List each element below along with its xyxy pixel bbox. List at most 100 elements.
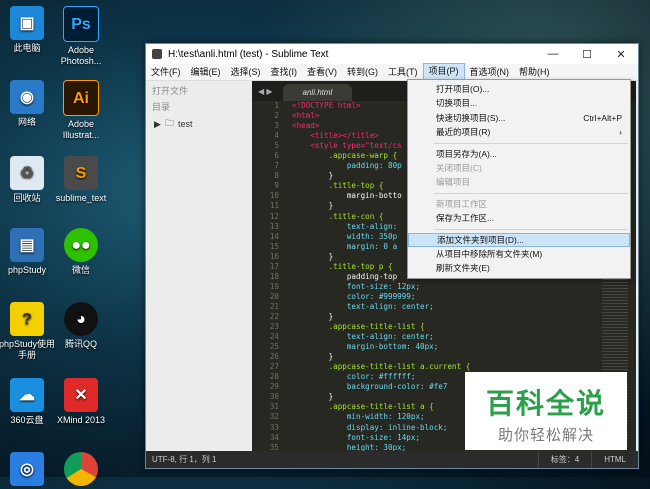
status-tab-size[interactable]: 标签：4 <box>537 451 591 468</box>
line-number: 12 <box>269 211 279 221</box>
status-bar: UTF-8, 行 1，列 1 标签：4 HTML <box>146 451 638 468</box>
illustrator-glyph: Ai <box>73 89 89 107</box>
line-number: 16 <box>269 251 279 261</box>
menu-item-label: 编辑项目 <box>436 177 471 188</box>
code-line[interactable]: 24 text-align: center; <box>252 332 636 342</box>
project-menu-item[interactable]: 保存为工作区... <box>408 211 630 225</box>
tab-anli-html[interactable]: anli.html <box>282 84 353 101</box>
project-menu-item[interactable]: 快速切换项目(S)... Ctrl+Alt+P <box>408 111 630 125</box>
line-number: 6 <box>274 151 279 161</box>
line-number: 17 <box>269 261 279 271</box>
desktop-icon-360-cloud[interactable]: ☁ 360云盘 <box>0 378 57 426</box>
project-menu-item[interactable]: 从项目中移除所有文件夹(M) <box>408 247 630 261</box>
tab-nav-arrows-icon[interactable]: ◀ ▶ <box>252 87 279 101</box>
desktop-icon-wechat[interactable]: ●● 微信 <box>51 228 111 276</box>
close-button[interactable]: ✕ <box>604 48 638 61</box>
desktop-icon-label: 微信 <box>71 265 90 275</box>
menu-item-label: 从项目中移除所有文件夹(M) <box>436 248 543 259</box>
menu-item-label: 关闭项目(C) <box>436 162 482 173</box>
desktop-icon-label: 网络 <box>17 117 36 127</box>
menu-find[interactable]: 查找(I) <box>266 64 303 80</box>
code-text: } <box>292 392 334 402</box>
code-text: <!DOCTYPE html> <box>292 101 361 110</box>
project-menu-item[interactable]: 打开项目(O)... <box>408 82 630 96</box>
menu-help[interactable]: 帮助(H) <box>514 64 555 80</box>
code-text: <head> <box>292 121 320 131</box>
desktop-icon-label: phpStudy <box>7 265 47 275</box>
line-number: 34 <box>269 432 279 442</box>
code-text: } <box>292 171 334 181</box>
desktop-icon-xmind[interactable]: ✕ XMind 2013 <box>51 378 111 426</box>
project-menu-item[interactable]: 切换项目... <box>408 96 630 110</box>
menu-item-label: 切换项目... <box>436 98 478 109</box>
desktop-icon-photoshop[interactable]: Ps Adobe Photosh... <box>51 6 111 67</box>
menu-file[interactable]: 文件(F) <box>146 64 186 80</box>
menu-item-shortcut: Ctrl+Alt+P <box>583 112 622 123</box>
menu-separator <box>434 142 628 144</box>
menu-item-label: 打开项目(O)... <box>436 84 490 94</box>
desktop-icon-phpstudy-manual[interactable]: ? phpStudy使用手册 <box>0 302 57 361</box>
menu-preferences[interactable]: 首选项(N) <box>465 64 515 80</box>
menu-edit[interactable]: 编辑(E) <box>186 64 226 80</box>
code-line[interactable]: 23 .appcase-title-list { <box>252 322 636 332</box>
qq-icon: ◕ <box>64 302 98 336</box>
phpstudy-icon: ▤ <box>10 228 44 262</box>
window-title: H:\test\anli.html (test) - Sublime Text <box>168 48 329 60</box>
code-text: .title-top p { <box>292 261 393 271</box>
desktop-icon-network[interactable]: ◉ 网络 <box>0 80 57 128</box>
line-number: 24 <box>269 332 279 342</box>
menu-item-label: 最近的项目(R) <box>436 127 491 138</box>
desktop-icon-sublime[interactable]: S sublime_text <box>51 156 111 204</box>
code-text: } <box>292 201 334 211</box>
menu-separator <box>434 192 628 194</box>
line-number: 13 <box>269 221 279 231</box>
desktop-icon-label: sublime_text <box>55 193 107 203</box>
desktop-icon-baidu[interactable]: ◎ <box>0 452 57 489</box>
code-line[interactable]: 25 margin-bottom: 40px; <box>252 342 636 352</box>
desktop-icon-label: 此电脑 <box>13 43 41 53</box>
line-number: 20 <box>269 291 279 301</box>
code-line[interactable]: 21 text-align: center; <box>252 302 636 312</box>
code-text: .title-con { <box>292 211 384 221</box>
line-number: 25 <box>269 342 279 352</box>
baidu-cloud-icon: ◎ <box>10 452 44 486</box>
expand-arrow-icon[interactable]: ▶ <box>154 119 161 130</box>
desktop-icon-label: 腾讯QQ <box>64 339 97 349</box>
code-line[interactable]: 27 .appcase-title-list a.current { <box>252 362 636 372</box>
project-menu-item: 关闭项目(C) <box>408 161 630 175</box>
desktop-icon-this-pc[interactable]: ▣ 此电脑 <box>0 6 57 54</box>
watermark: 百科全说 助你轻松解决 <box>465 372 627 450</box>
project-menu-item[interactable]: 项目另存为(A)... <box>408 147 630 161</box>
code-line[interactable]: 19 font-size: 12px; <box>252 282 636 292</box>
menu-selection[interactable]: 选择(S) <box>226 64 266 80</box>
line-number: 33 <box>269 422 279 432</box>
desktop-icon-chrome[interactable] <box>51 452 111 489</box>
desktop-icon-illustrator[interactable]: Ai Adobe Illustrat... <box>51 80 111 141</box>
menu-view[interactable]: 查看(V) <box>302 64 342 80</box>
code-line[interactable]: 26 } <box>252 352 636 362</box>
desktop-icon-qq[interactable]: ◕ 腾讯QQ <box>51 302 111 350</box>
line-number: 35 <box>269 442 279 451</box>
code-text: min-width: 120px; <box>292 412 425 422</box>
status-syntax[interactable]: HTML <box>591 451 638 468</box>
maximize-button[interactable]: ☐ <box>570 48 604 61</box>
project-menu-item[interactable]: 刷新文件夹(E) <box>408 261 630 275</box>
line-number: 3 <box>274 121 279 131</box>
line-number: 29 <box>269 382 279 392</box>
code-text: .appcase-title-list a { <box>292 402 434 412</box>
sidebar-folder-test[interactable]: ▶ 🗀 test <box>146 113 252 132</box>
line-number: 14 <box>269 231 279 241</box>
code-text: } <box>292 352 334 362</box>
minimize-button[interactable]: — <box>536 48 570 60</box>
project-menu-item[interactable]: 最近的项目(R) › <box>408 125 630 139</box>
title-bar: H:\test\anli.html (test) - Sublime Text … <box>146 44 638 64</box>
desktop-icon-phpstudy[interactable]: ▤ phpStudy <box>0 228 57 276</box>
code-line[interactable]: 22 } <box>252 312 636 322</box>
desktop-icon-label: 360云盘 <box>10 415 44 425</box>
menu-goto[interactable]: 转到(G) <box>342 64 383 80</box>
menu-tools[interactable]: 工具(T) <box>383 64 423 80</box>
project-menu-item[interactable]: 添加文件夹到项目(D)... <box>408 232 630 247</box>
cloud-icon: ☁ <box>10 378 44 412</box>
code-line[interactable]: 20 color: #999999; <box>252 292 636 302</box>
desktop-icon-recycle-bin[interactable]: ♻ 回收站 <box>0 156 57 204</box>
